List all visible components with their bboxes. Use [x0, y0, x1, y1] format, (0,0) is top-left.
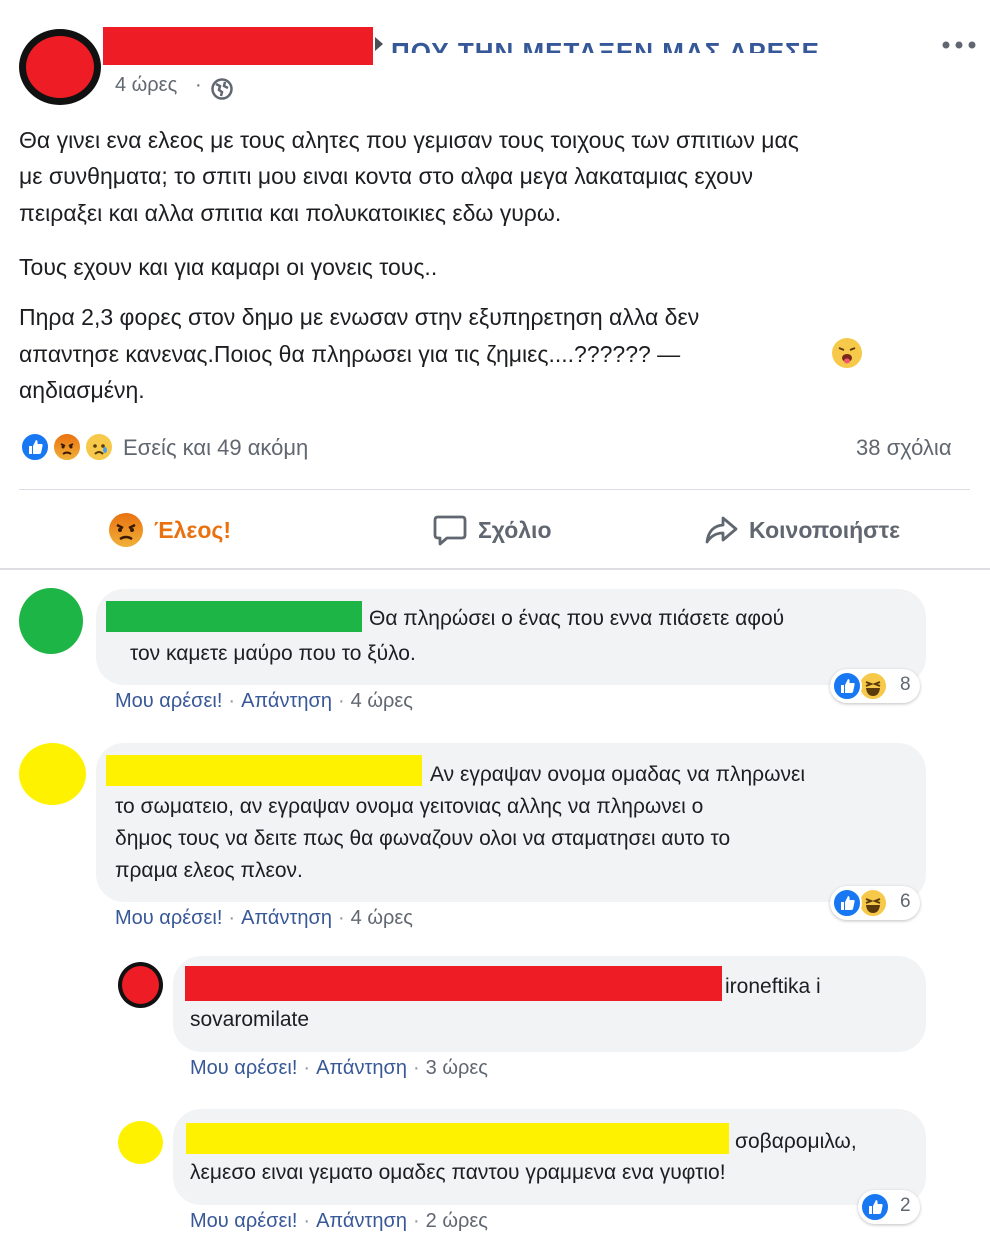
post-line: Πηρα 2,3 φορες στον δημο με ενωσαν στην …: [19, 304, 700, 330]
comment-time[interactable]: 4 ώρες: [351, 690, 413, 712]
author-avatar[interactable]: [19, 29, 101, 105]
comment-text: Θα πληρώσει ο ένας που εννα πιάσετε αφού: [369, 607, 785, 630]
reply-link[interactable]: Απάντηση: [316, 1057, 407, 1079]
like-link[interactable]: Μου αρέσει!: [115, 907, 222, 929]
share-arrow-icon: [703, 512, 739, 548]
reply-link[interactable]: Απάντηση: [316, 1210, 407, 1232]
like-reaction-icon: [832, 671, 862, 701]
reply-link[interactable]: Απάντηση: [241, 907, 332, 929]
haha-reaction-icon: [858, 888, 888, 918]
meta-dot: ·: [195, 74, 202, 96]
reactions-text[interactable]: Εσείς και 49 ακόμη: [123, 435, 308, 461]
reaction-button[interactable]: Έλεος!: [108, 505, 231, 555]
share-button[interactable]: Κοινοποιήστε: [703, 505, 900, 555]
post-line: πειραξει και αλλα σπιτια και πολυκατοικι…: [19, 200, 562, 226]
post-line: με συνθηματα; το σπιτι μου ειναι κοντα σ…: [19, 163, 754, 189]
comment-text: δημος τους να δειτε πως θα φωναζουν ολοι…: [115, 827, 731, 850]
reaction-summary[interactable]: [18, 432, 118, 464]
comment-text: sovaromilate: [190, 1008, 310, 1031]
comment-time[interactable]: 3 ώρες: [426, 1057, 488, 1079]
comment-actions: Μου αρέσει! · Απάντηση · 4 ώρες: [115, 690, 413, 712]
like-reaction-icon: [860, 1192, 890, 1222]
comment-reaction-pill[interactable]: 8: [830, 669, 920, 703]
comment-actions: Μου αρέσει! · Απάντηση · 2 ώρες: [190, 1210, 488, 1232]
like-reaction-icon: [20, 432, 50, 462]
post-line: απαντησε κανενας.Ποιος θα πληρωσει για τ…: [19, 341, 681, 367]
comment-button[interactable]: Σχόλιο: [432, 505, 552, 555]
comment-time[interactable]: 4 ώρες: [351, 907, 413, 929]
comment-text: το σωματειο, αν εγραψαν ονομα γειτονιας …: [115, 795, 704, 818]
comment-text: πραμα ελεος πλεον.: [115, 859, 303, 882]
post-card: ΠΟΥ ΤΗΝ ΜΕΤΑΞΕΝ ΜΑΣ ΑΡΕΣΕ 4 ώρες · Θα γι…: [0, 0, 990, 570]
angry-reaction-icon: [108, 512, 144, 548]
comment-reaction-pill[interactable]: 6: [830, 886, 920, 920]
comment-text: λεμεσο ειναι γεματο ομαδες παντου γραμμε…: [190, 1161, 726, 1184]
replier-name-redaction[interactable]: [186, 1123, 729, 1154]
post-line: Θα γινει ενα ελεος με τους αλητες που γε…: [19, 127, 799, 153]
disgusted-emoji-icon: [831, 337, 863, 369]
comment-text: Αν εγραψαν ονομα ομαδας να πληρωνει: [430, 763, 806, 786]
replier-name-redaction[interactable]: [185, 966, 722, 1001]
comment-actions: Μου αρέσει! · Απάντηση · 3 ώρες: [190, 1057, 488, 1079]
like-link[interactable]: Μου αρέσει!: [115, 690, 222, 712]
avatar[interactable]: [118, 962, 163, 1008]
post-line: αηδιασμένη.: [19, 377, 145, 403]
like-link[interactable]: Μου αρέσει!: [190, 1210, 297, 1232]
post-line: Τους εχουν και για καμαρι οι γονεις τους…: [19, 254, 438, 280]
like-link[interactable]: Μου αρέσει!: [190, 1057, 297, 1079]
comments-count[interactable]: 38 σχόλια: [856, 435, 952, 461]
reply-link[interactable]: Απάντηση: [241, 690, 332, 712]
angry-reaction-icon: [52, 432, 82, 462]
avatar[interactable]: [118, 1121, 163, 1164]
haha-reaction-icon: [858, 671, 888, 701]
sad-reaction-icon: [84, 432, 114, 462]
avatar[interactable]: [19, 743, 86, 805]
comment-reaction-pill[interactable]: 2: [858, 1190, 920, 1224]
globe-icon: [211, 78, 233, 100]
like-reaction-icon: [832, 888, 862, 918]
more-options-icon[interactable]: [942, 36, 976, 49]
avatar[interactable]: [19, 588, 83, 654]
commenter-name-redaction[interactable]: [106, 601, 362, 632]
comment-actions: Μου αρέσει! · Απάντηση · 4 ώρες: [115, 907, 413, 929]
comment-text: τον καμετε μαύρο που το ξύλο.: [130, 642, 416, 665]
comment-text: σοβαρομιλω,: [735, 1130, 857, 1153]
commenter-name-redaction[interactable]: [106, 755, 422, 786]
comment-text: ironeftika i: [725, 975, 821, 998]
comment-time[interactable]: 2 ώρες: [426, 1210, 488, 1232]
post-timestamp[interactable]: 4 ώρες: [115, 74, 177, 97]
author-header-text[interactable]: ΠΟΥ ΤΗΝ ΜΕΤΑΞΕΝ ΜΑΣ ΑΡΕΣΕ: [375, 27, 875, 53]
divider: [19, 489, 970, 490]
author-name-redaction: [103, 27, 373, 65]
comment-bubble-icon: [432, 512, 468, 548]
